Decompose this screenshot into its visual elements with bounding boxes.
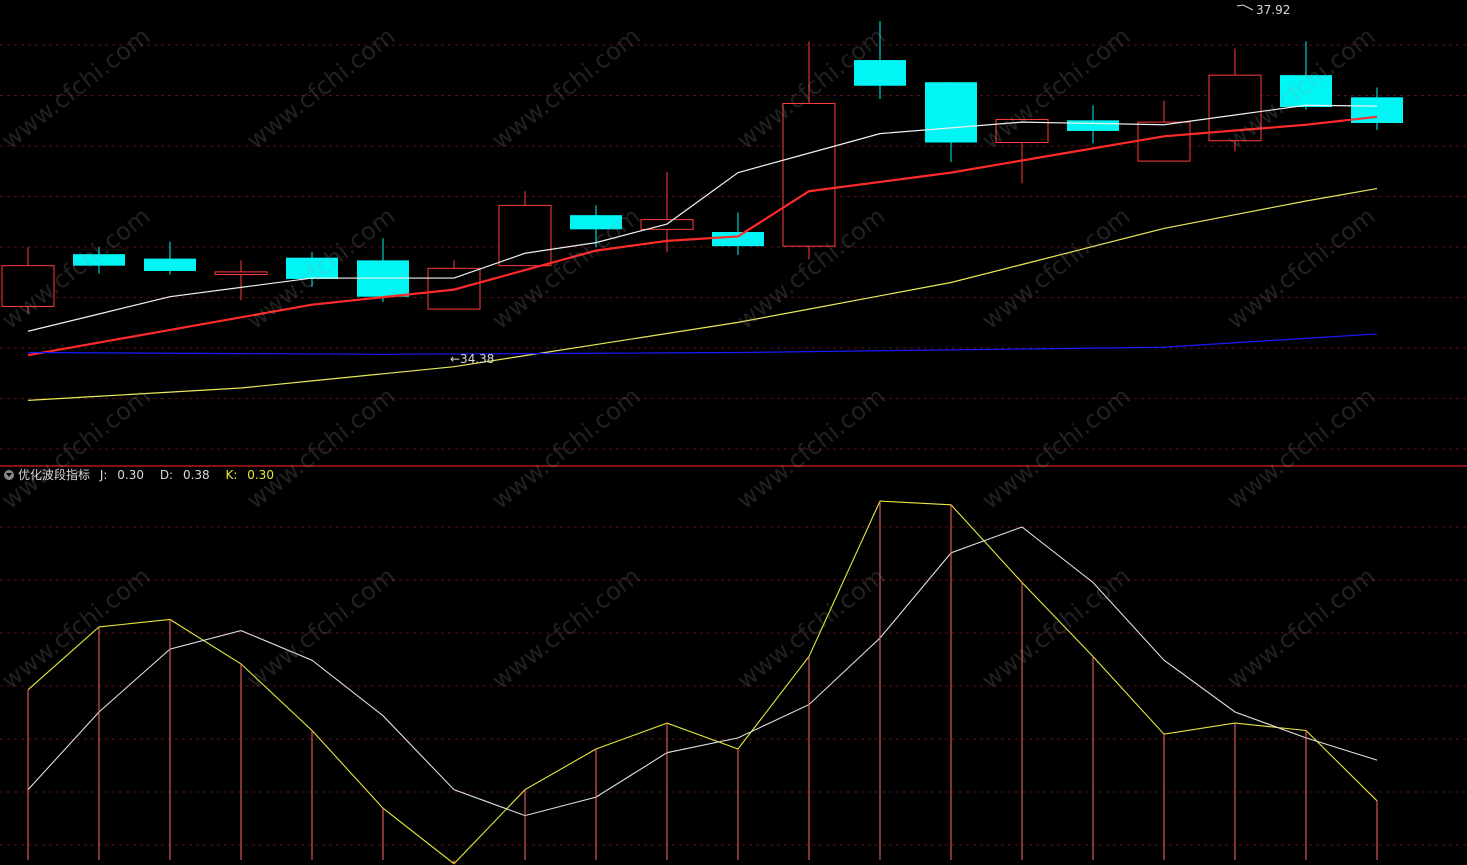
watermark-text: www.cfchi.com — [731, 382, 890, 515]
watermark-text: www.cfchi.com — [731, 22, 890, 155]
collapse-icon[interactable] — [4, 470, 14, 480]
watermark-text: www.cfchi.com — [486, 562, 645, 695]
watermark-text: www.cfchi.com — [1221, 562, 1380, 695]
watermark-text: www.cfchi.com — [486, 202, 645, 335]
watermark-text: www.cfchi.com — [486, 382, 645, 515]
watermark-text: www.cfchi.com — [1221, 22, 1380, 155]
watermark-text: www.cfchi.com — [0, 22, 155, 155]
watermark-text: www.cfchi.com — [731, 562, 890, 695]
watermark-text: www.cfchi.com — [241, 22, 400, 155]
watermark-text: www.cfchi.com — [241, 562, 400, 695]
watermark-text: www.cfchi.com — [0, 202, 155, 335]
legend-k: K: 0.30 — [225, 468, 274, 482]
watermark-text: www.cfchi.com — [976, 562, 1135, 695]
legend-d: D: 0.38 — [159, 468, 210, 482]
watermark-text: www.cfchi.com — [976, 202, 1135, 335]
watermark-text: www.cfchi.com — [486, 22, 645, 155]
chart-window: ←34.38 37.92 www.cfchi.com www.cfchi.com ww… — [0, 0, 1467, 865]
watermark-text: www.cfchi.com — [0, 562, 155, 695]
watermark-text: www.cfchi.com — [731, 202, 890, 335]
watermark-text: www.cfchi.com — [976, 22, 1135, 155]
watermark-text: www.cfchi.com — [1221, 202, 1380, 335]
watermark-layer: www.cfchi.com www.cfchi.com www.cfchi.com w… — [0, 22, 1380, 695]
watermark-text: www.cfchi.com — [241, 382, 400, 515]
watermark-text: www.cfchi.com — [1221, 382, 1380, 515]
indicator-title: 优化波段指标 — [18, 468, 91, 482]
watermark-text: www.cfchi.com — [241, 202, 400, 335]
watermark-text: www.cfchi.com — [0, 382, 155, 515]
legend-j: J: 0.30 — [99, 468, 144, 482]
watermark-text: www.cfchi.com — [976, 382, 1135, 515]
indicator-legend: 优化波段指标 J: 0.30 D: 0.38 K: 0.30 — [4, 467, 286, 483]
